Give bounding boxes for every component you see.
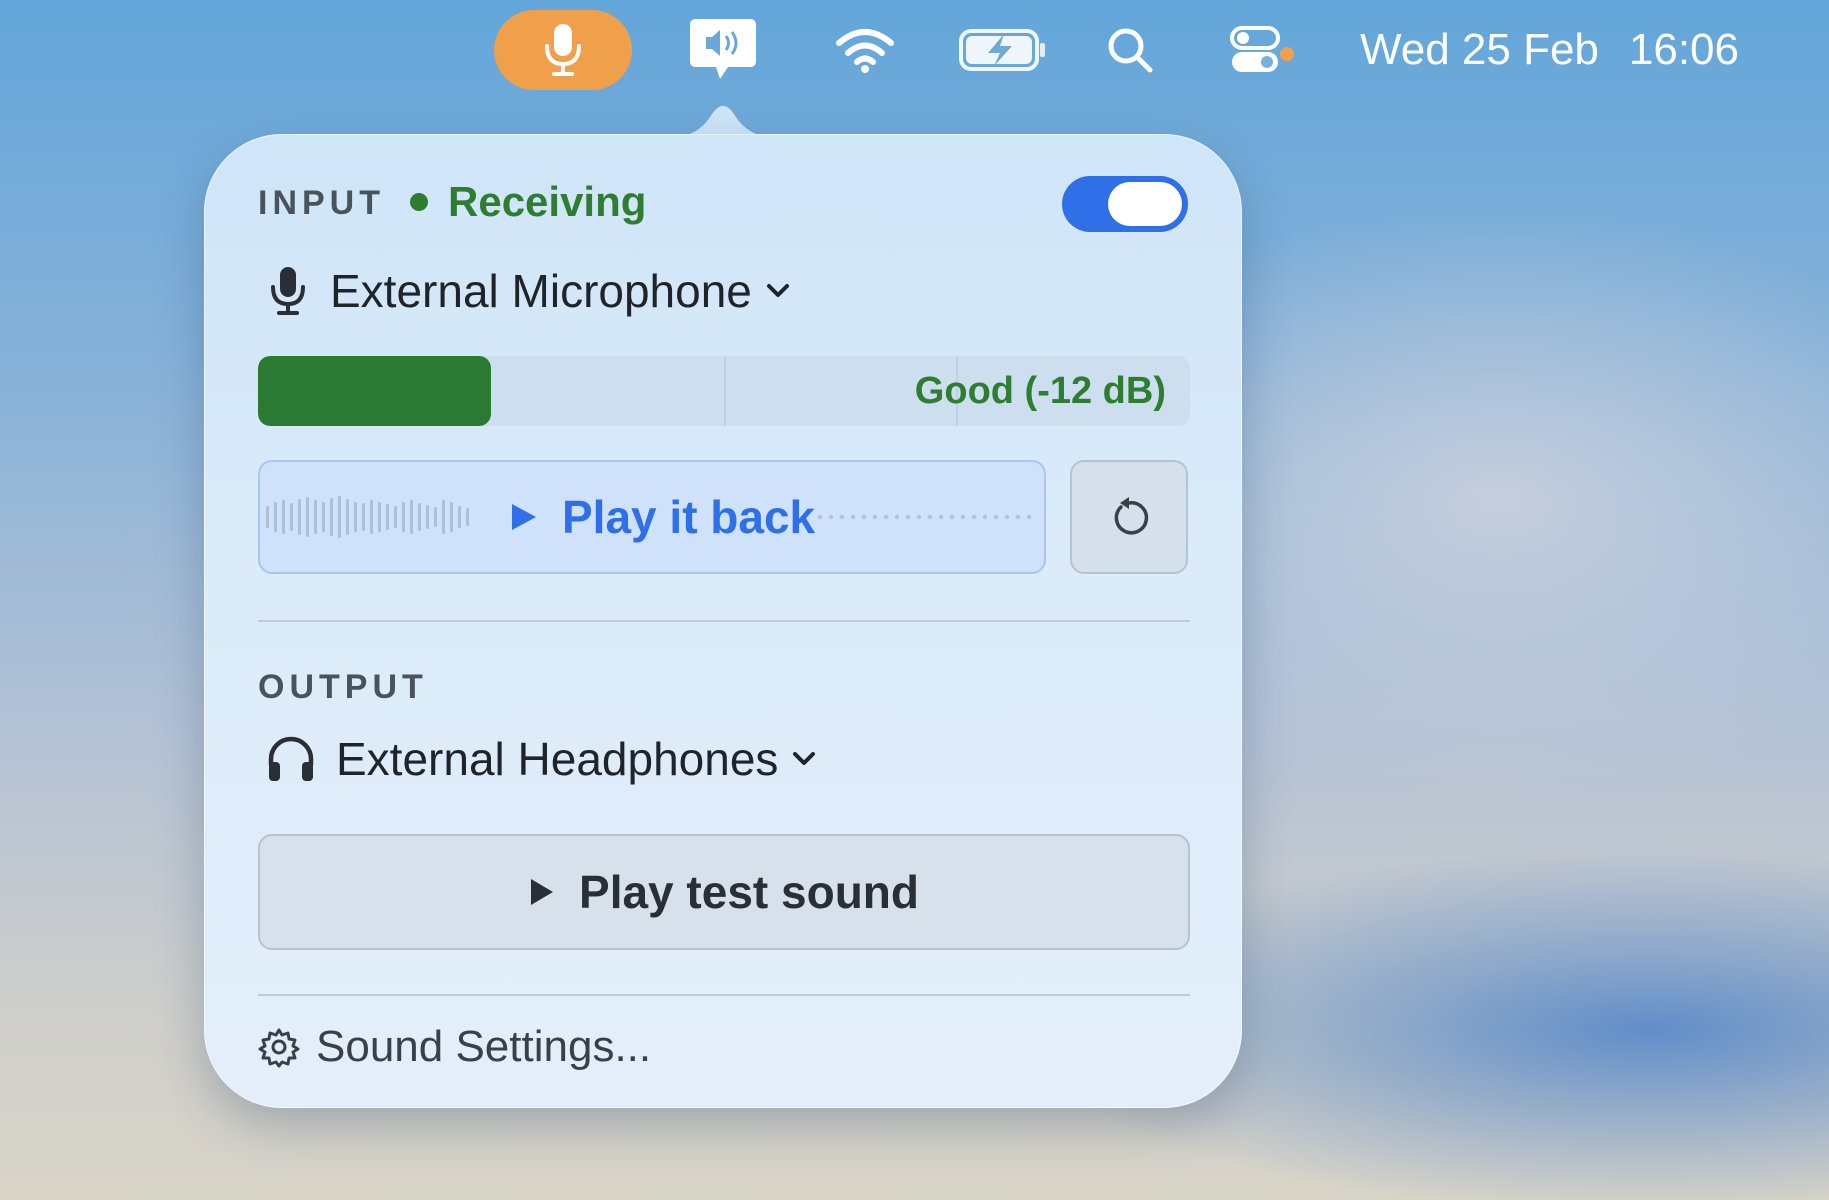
section-divider (258, 620, 1190, 622)
test-sound-label: Play test sound (579, 866, 919, 918)
waveform-bar (418, 503, 421, 531)
waveform-bar (274, 502, 277, 532)
input-level-text: Good (-12 dB) (914, 369, 1166, 412)
waveform-dot (993, 514, 999, 520)
waveform-bar (434, 507, 437, 527)
waveform-dot (828, 514, 834, 520)
waveform-dot (883, 514, 889, 520)
waveform-bar (298, 499, 301, 535)
toggle-knob (1108, 182, 1182, 226)
waveform-bar (394, 506, 397, 528)
play-icon (531, 879, 554, 905)
waveform-bar (338, 496, 341, 538)
waveform-dot (839, 514, 845, 520)
waveform-bar (322, 502, 325, 532)
popover-arrow (668, 106, 778, 138)
menu-bar: Wed 25 Feb 16:06 (0, 0, 1829, 100)
waveform-dot (850, 514, 856, 520)
waveform-dot (916, 514, 922, 520)
input-level-fill (258, 356, 491, 426)
microphone-icon (271, 267, 305, 315)
wifi-icon (836, 29, 894, 73)
control-center-icon (1230, 26, 1280, 72)
input-device-name: External Microphone (330, 265, 752, 317)
microphone-in-use-indicator[interactable] (494, 10, 632, 90)
input-status: Receiving (410, 178, 646, 226)
waveform-bar (266, 506, 269, 528)
waveform-dot (861, 514, 867, 520)
search-icon (1108, 28, 1153, 73)
input-toggle[interactable] (1062, 176, 1188, 232)
waveform-dot (817, 514, 823, 520)
menu-bar-clock[interactable]: Wed 25 Feb 16:06 (1360, 10, 1739, 90)
waveform-dot (905, 514, 911, 520)
chevron-down-icon (766, 284, 789, 297)
sound-settings-label: Sound Settings... (316, 1022, 652, 1071)
input-device-selector[interactable]: External Microphone (268, 264, 790, 318)
waveform-bar (458, 506, 461, 528)
play-icon (512, 504, 536, 530)
section-divider (258, 994, 1190, 996)
waveform-bar (330, 498, 333, 536)
chevron-down-icon (793, 752, 816, 765)
sound-popover: INPUT Receiving External Microphone Good… (204, 134, 1242, 1108)
output-device-selector[interactable]: External Headphones (266, 732, 816, 786)
headphones-icon (268, 736, 314, 781)
input-level-meter: Good (-12 dB) (258, 356, 1190, 426)
input-section-label: INPUT (258, 184, 385, 222)
status-dot (410, 193, 428, 211)
playback-label-text: Play it back (562, 491, 816, 543)
waveform-dot (971, 514, 977, 520)
waveform-bar (282, 500, 285, 534)
output-section-label: OUTPUT (258, 668, 428, 706)
waveform-bar (466, 508, 469, 526)
waveform-bar (442, 500, 445, 534)
waveform-bar (450, 502, 453, 532)
waveform-dot (1004, 514, 1010, 520)
waveform-bar (426, 505, 429, 529)
clock-time: 16:06 (1628, 25, 1739, 74)
privacy-indicator-dot (1280, 47, 1294, 61)
waveform-bar (314, 500, 317, 534)
reset-icon (1114, 497, 1149, 535)
waveform-dot (927, 514, 933, 520)
play-test-sound-button[interactable]: Play test sound (258, 834, 1190, 950)
waveform-dot (938, 514, 944, 520)
waveform-bar (402, 502, 405, 532)
waveform-dot (949, 514, 955, 520)
waveform-bar (354, 502, 357, 532)
waveform-dot (960, 514, 966, 520)
waveform-bar (410, 500, 413, 534)
waveform-dot (872, 514, 878, 520)
sound-menu-button[interactable] (683, 10, 763, 90)
waveform-dot (1026, 514, 1032, 520)
waveform-bar (378, 502, 381, 532)
waveform-bar (386, 504, 389, 530)
play-it-back-button[interactable]: Play it back (258, 460, 1046, 574)
waveform-bar (370, 500, 373, 534)
playback-label: Play it back (510, 462, 815, 572)
battery-menu-button[interactable] (955, 10, 1051, 90)
meter-divider (724, 356, 726, 426)
reset-recording-button[interactable] (1070, 460, 1188, 574)
waveform-bar (346, 499, 349, 535)
waveform-bar (306, 497, 309, 537)
clock-date: Wed 25 Feb (1360, 25, 1599, 74)
waveform-bar (290, 503, 293, 531)
sound-settings-link[interactable]: Sound Settings... (258, 1022, 651, 1072)
speaker-bubble-icon (690, 19, 756, 79)
wifi-menu-button[interactable] (830, 10, 900, 90)
output-device-name: External Headphones (336, 733, 779, 785)
waveform-dot (1015, 514, 1021, 520)
gear-icon (258, 1028, 300, 1068)
waveform-dot (894, 514, 900, 520)
spotlight-search-button[interactable] (1100, 10, 1160, 90)
waveform-dot (982, 514, 988, 520)
microphone-icon (545, 24, 581, 76)
control-center-button[interactable] (1210, 10, 1300, 90)
input-status-text: Receiving (448, 178, 647, 225)
battery-charging-icon (959, 29, 1045, 71)
waveform-bar (362, 503, 365, 531)
